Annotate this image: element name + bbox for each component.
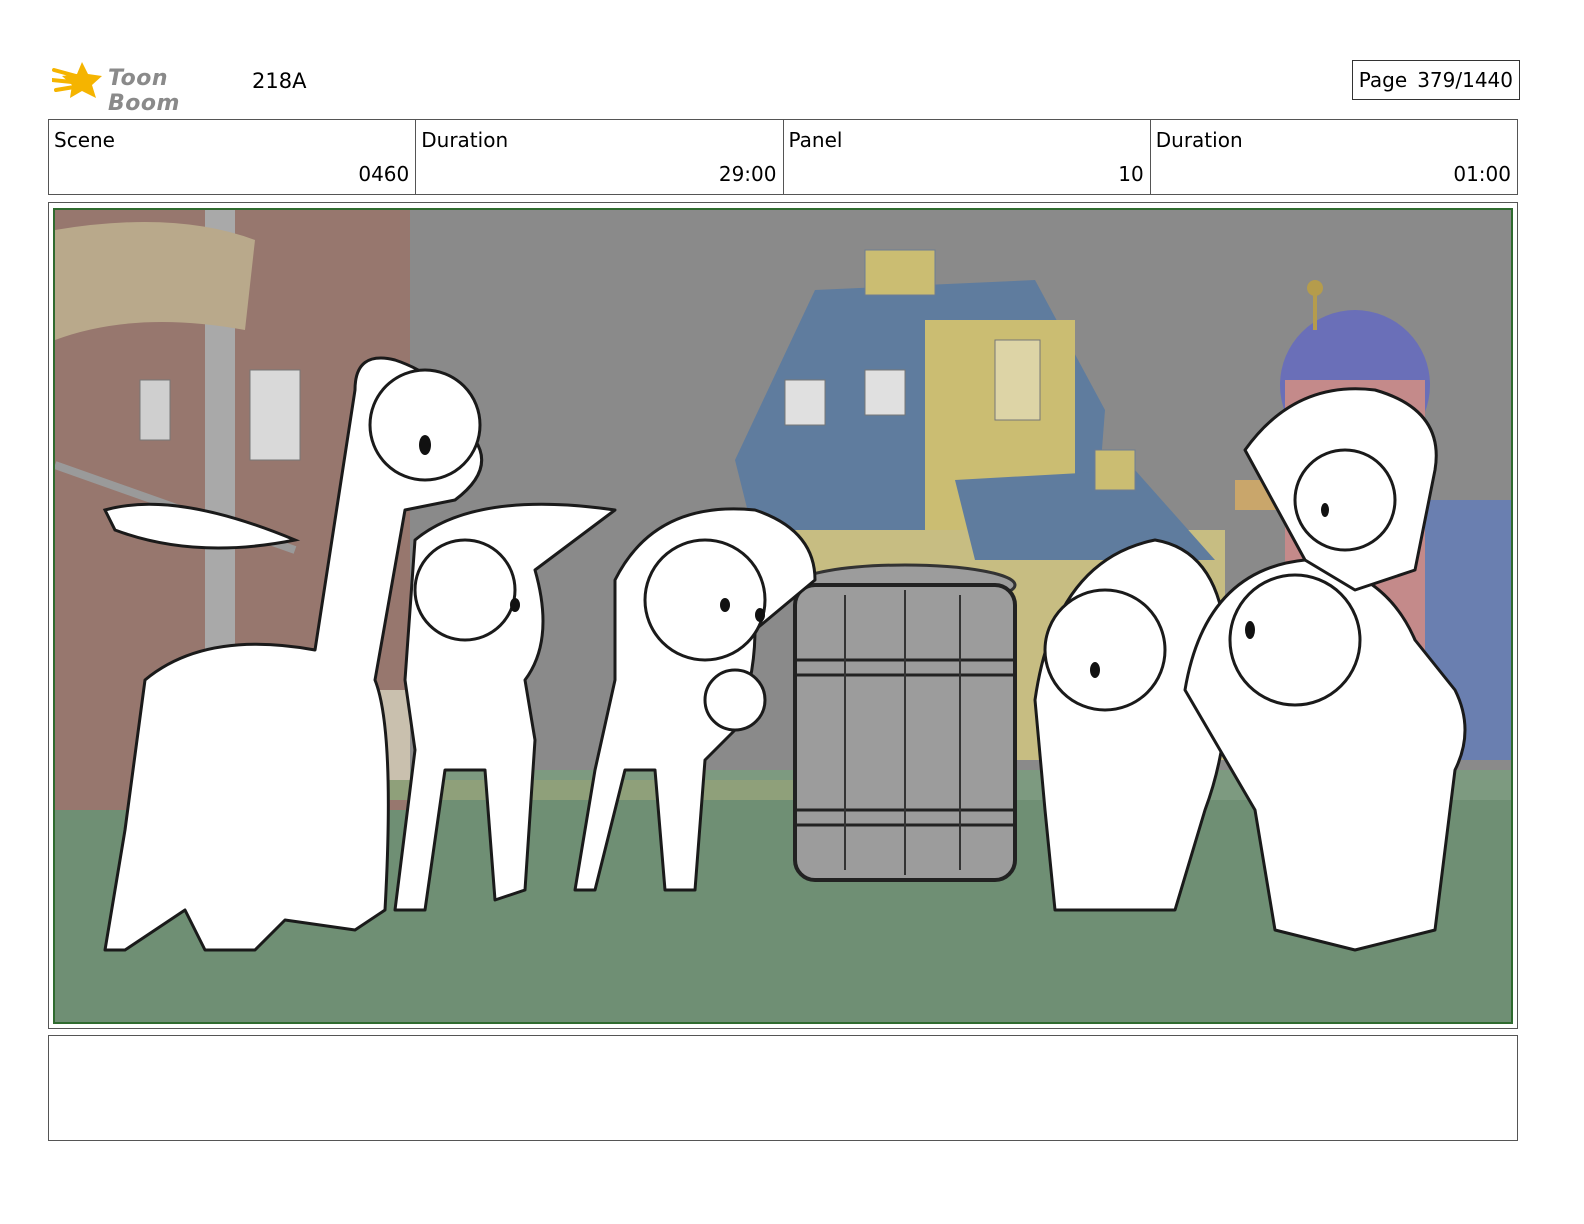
- panel-frame: [48, 202, 1518, 1029]
- scene-duration-label: Duration: [421, 128, 509, 152]
- page-number: 379/1440: [1417, 68, 1513, 92]
- panel-duration-cell: Duration 01:00: [1151, 120, 1517, 194]
- panel-duration-value: 01:00: [1453, 162, 1511, 186]
- page-indicator: Page 379/1440: [1351, 60, 1520, 100]
- scene-cell: Scene 0460: [49, 120, 417, 194]
- storyboard-panel-image: [53, 208, 1513, 1024]
- logo-star-icon: [52, 62, 102, 98]
- logo-text: Toon Boom: [108, 66, 180, 116]
- toon-boom-logo: Toon Boom: [52, 56, 242, 116]
- page-header: Toon Boom 218A Page 379/1440: [48, 56, 1520, 116]
- scene-info-table: Scene 0460 Duration 29:00 Panel 10 Durat…: [48, 119, 1518, 195]
- scene-label: Scene: [54, 128, 115, 152]
- panel-duration-label: Duration: [1155, 128, 1243, 152]
- scene-duration-cell: Duration 29:00: [416, 120, 784, 194]
- panel-notes-box: [48, 1035, 1518, 1141]
- panel-label: Panel: [788, 128, 843, 152]
- storyboard-sketch-icon: [55, 210, 1511, 1022]
- panel-cell: Panel 10: [784, 120, 1151, 194]
- project-code: 218A: [252, 69, 307, 93]
- scene-duration-value: 29:00: [718, 162, 777, 186]
- page-label: Page: [1358, 68, 1408, 92]
- scene-value: 0460: [358, 162, 410, 186]
- panel-value: 10: [1118, 162, 1144, 186]
